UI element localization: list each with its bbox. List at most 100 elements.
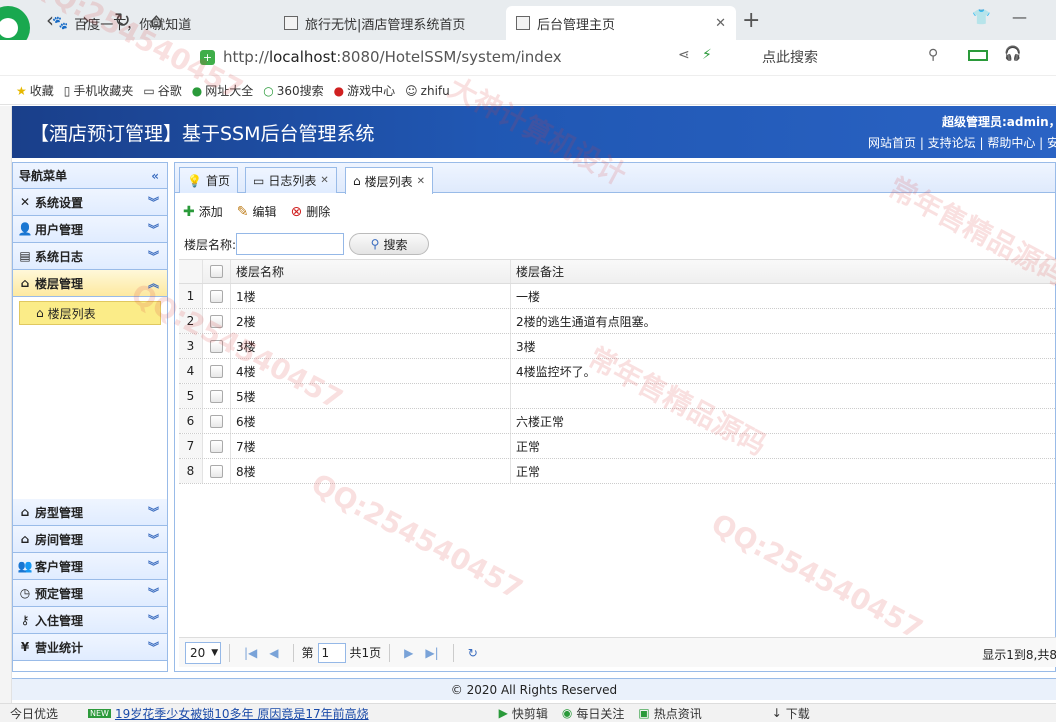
sidebar-title: 导航菜单 « (13, 163, 167, 189)
search-icon: ⚲ (370, 237, 380, 251)
refresh-icon[interactable]: ↻ (468, 646, 478, 660)
sidebar-item-floor-list[interactable]: ⌂ 楼层列表 (19, 301, 161, 325)
floor-name-cell: 8楼 (231, 459, 511, 483)
search-input[interactable]: 点此搜索 (762, 47, 818, 67)
house-icon: ⌂ (20, 532, 30, 546)
sidebar-item-system[interactable]: ✕ 系统设置 ︾ (13, 189, 167, 216)
share-icon[interactable]: ⋖ (678, 47, 690, 63)
sidebar-item-booking[interactable]: ◷ 预定管理 ︾ (13, 580, 167, 607)
sidebar-item-rooms[interactable]: ⌂ 房间管理 ︾ (13, 526, 167, 553)
first-page-icon[interactable]: |◀ (244, 646, 257, 660)
table-row[interactable]: 4 4楼 4楼监控坏了。 (179, 359, 1056, 384)
footer: © 2020 All Rights Reserved (12, 678, 1056, 700)
edit-button[interactable]: ✎ 编辑 (237, 203, 277, 220)
play-circle-icon: ◉ (561, 706, 573, 720)
status-news[interactable]: NEW 19岁花季少女被锁10多年 原因竟是17年前高烧 (88, 705, 369, 722)
column-header-remark[interactable]: 楼层备注 (511, 260, 1056, 283)
table-row[interactable]: 3 3楼 3楼 (179, 334, 1056, 359)
row-select-cell (203, 409, 231, 433)
back-button[interactable]: ‹ (46, 8, 54, 32)
status-download[interactable]: ↓ 下载 (772, 705, 810, 722)
floor-remark-cell: 3楼 (516, 339, 536, 354)
divider (229, 643, 230, 662)
status-hot[interactable]: ▣ 热点资讯 (638, 705, 701, 722)
row-checkbox[interactable] (210, 364, 223, 378)
close-icon[interactable]: ✕ (320, 175, 328, 186)
shirt-icon[interactable]: 👕 (972, 8, 991, 26)
bookmark-zhifu[interactable]: ☺ zhifu (405, 84, 450, 98)
select-all-checkbox[interactable] (210, 265, 223, 278)
search-label: 楼层名称: (184, 237, 237, 252)
star-icon: ★ (16, 83, 27, 98)
house-icon: ⌂ (20, 505, 30, 519)
download-icon: ↓ (771, 706, 782, 720)
sidebar-item-floors[interactable]: ⌂ 楼层管理 ︽ (13, 270, 167, 297)
row-checkbox[interactable] (210, 389, 223, 403)
browser-tab-hotel[interactable]: 旅行无忧|酒店管理系统首页 (274, 6, 504, 40)
bookmark-games[interactable]: ● 游戏中心 (334, 82, 396, 99)
new-tab-button[interactable]: + (742, 8, 760, 33)
table-row[interactable]: 8 8楼 正常 (179, 459, 1056, 484)
pagination: 20 ▼ |◀ ◀ 第 1 共1页 ▶ ▶| ↻ 显示1到8,共8 (179, 637, 1056, 667)
sidebar-item-customers[interactable]: 👥 客户管理 ︾ (13, 553, 167, 580)
page-icon (284, 16, 298, 30)
collapse-icon[interactable]: « (151, 169, 159, 183)
page-title: 【酒店预订管理】基于SSM后台管理系统 (30, 123, 375, 145)
lightning-icon[interactable]: ⚡ (702, 47, 712, 63)
row-number: 7 (179, 434, 203, 458)
browser-tab-admin[interactable]: 后台管理主页 ✕ (506, 6, 736, 40)
sidebar-item-logs[interactable]: ▤ 系统日志 ︾ (13, 243, 167, 270)
close-tab-icon[interactable]: ✕ (707, 16, 726, 31)
next-page-icon[interactable]: ▶ (404, 646, 413, 660)
bookmark-360[interactable]: ○ 360搜索 (263, 82, 323, 99)
reload-button[interactable]: ↻ (114, 8, 131, 32)
minimize-icon[interactable]: — (1012, 8, 1027, 26)
paw-icon: 🐾 (52, 15, 69, 31)
status-today[interactable]: 今日优选 (10, 705, 58, 722)
row-checkbox[interactable] (210, 439, 223, 453)
address-bar[interactable]: + http://localhost:8080/HotelSSM/system/… (200, 45, 750, 69)
bookmark-sites[interactable]: ● 网址大全 (192, 82, 254, 99)
page-label: 第 (301, 646, 314, 660)
table-row[interactable]: 7 7楼 正常 (179, 434, 1056, 459)
table-row[interactable]: 1 1楼 一楼 (179, 284, 1056, 309)
row-checkbox[interactable] (210, 464, 223, 478)
floor-name-input[interactable] (236, 233, 345, 255)
status-daily[interactable]: ◉ 每日关注 (562, 705, 625, 722)
header-links[interactable]: 网站首页 | 支持论坛 | 帮助中心 | 安 (868, 134, 1056, 151)
row-checkbox[interactable] (210, 314, 223, 328)
last-page-icon[interactable]: ▶| (425, 646, 438, 660)
delete-button[interactable]: ⊗ 删除 (291, 203, 331, 220)
bookmark-favorites[interactable]: ★ 收藏 (16, 82, 54, 99)
page-size-select[interactable]: 20 ▼ (185, 641, 221, 664)
status-clip[interactable]: ▶ 快剪辑 (499, 705, 548, 722)
add-button[interactable]: ✚ 添加 (183, 203, 223, 220)
search-button[interactable]: ⚲ 搜索 (349, 233, 430, 255)
row-checkbox[interactable] (210, 339, 223, 353)
tab-floors[interactable]: ⌂ 楼层列表 ✕ (345, 167, 434, 194)
headphones-icon[interactable]: 🎧 (1004, 46, 1021, 62)
row-checkbox[interactable] (210, 289, 223, 303)
row-checkbox[interactable] (210, 414, 223, 428)
sidebar-item-users[interactable]: 👤 用户管理 ︾ (13, 216, 167, 243)
prev-page-icon[interactable]: ◀ (269, 646, 278, 660)
sidebar-item-checkin[interactable]: ⚷ 入住管理 ︾ (13, 607, 167, 634)
forward-button[interactable]: › (82, 8, 90, 32)
tab-home[interactable]: 💡 首页 (179, 167, 238, 193)
bookmark-google[interactable]: ▭ 谷歌 (143, 82, 181, 99)
row-number: 1 (179, 284, 203, 308)
search-icon[interactable]: ⚲ (928, 47, 938, 63)
bookmark-mobile[interactable]: ▯ 手机收藏夹 (64, 82, 134, 99)
table-row[interactable]: 5 5楼 (179, 384, 1056, 409)
column-header-name[interactable]: 楼层名称 (231, 260, 511, 283)
sidebar-item-roomtypes[interactable]: ⌂ 房型管理 ︾ (13, 499, 167, 526)
home-button[interactable]: ⌂ (150, 8, 163, 32)
table-row[interactable]: 6 6楼 六楼正常 (179, 409, 1056, 434)
chevron-up-icon: ︽ (148, 277, 159, 290)
sidebar-item-stats[interactable]: ¥ 营业统计 ︾ (13, 634, 167, 661)
tab-logs[interactable]: ▭ 日志列表 ✕ (245, 167, 337, 193)
lightbulb-icon: 💡 (187, 173, 202, 188)
table-row[interactable]: 2 2楼 2楼的逃生通道有点阻塞。 (179, 309, 1056, 334)
page-number-input[interactable]: 1 (317, 642, 346, 663)
close-icon[interactable]: ✕ (417, 176, 425, 187)
